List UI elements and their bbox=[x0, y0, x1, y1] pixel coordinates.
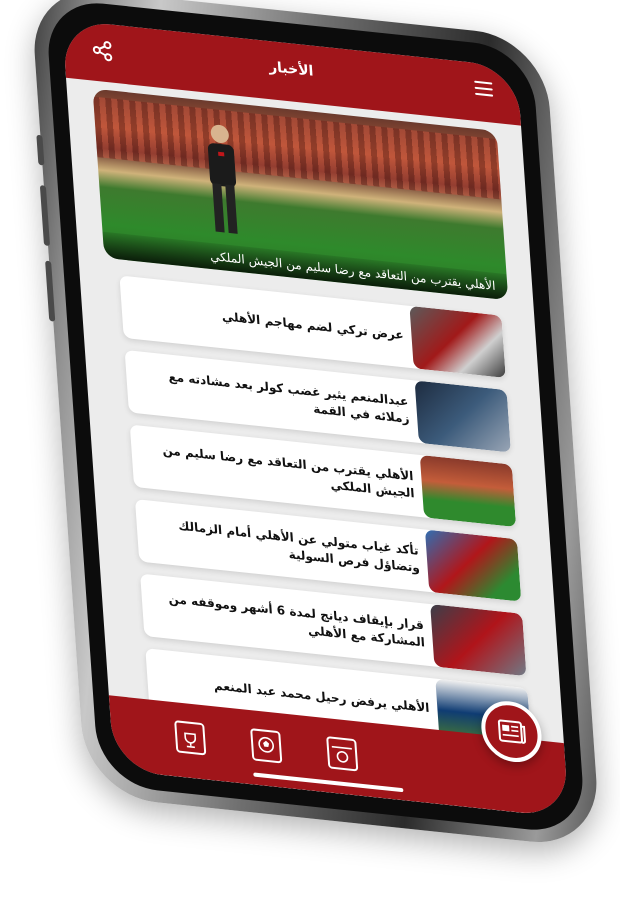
featured-news-card[interactable]: الأهلي يقترب من التعاقد مع رضا سليم من ا… bbox=[92, 88, 509, 301]
news-fab-button[interactable] bbox=[479, 698, 544, 765]
news-thumbnail bbox=[409, 305, 506, 378]
news-title: عبدالمنعم يثير غضب كولر بعد مشادته مع زم… bbox=[167, 369, 410, 426]
news-thumbnail bbox=[414, 380, 511, 453]
hamburger-menu-icon bbox=[474, 80, 494, 97]
news-title: عرض تركي لضم مهاجم الأهلي bbox=[221, 309, 405, 343]
match-calendar-icon bbox=[331, 745, 352, 763]
nav-tab-schedule[interactable] bbox=[326, 736, 359, 772]
hero-image-coach bbox=[207, 124, 238, 234]
nav-tab-matches[interactable] bbox=[250, 728, 283, 764]
news-thumbnail bbox=[424, 529, 522, 602]
volume-up-button bbox=[39, 185, 51, 247]
football-screen-icon bbox=[258, 736, 274, 753]
volume-down-button bbox=[45, 260, 56, 322]
news-title: الأهلي يقترب من التعاقد مع رضا سليم من ا… bbox=[161, 442, 415, 501]
news-title: قرار بإيقاف ديانج لمدة 6 أشهر وموقفه من … bbox=[167, 591, 426, 650]
calendar-trophy-icon bbox=[184, 732, 197, 749]
newspaper-icon bbox=[497, 719, 527, 744]
news-title: تأكد غياب متولي عن الأهلي أمام الزمالك و… bbox=[177, 518, 421, 576]
menu-button[interactable] bbox=[474, 80, 494, 99]
app-screen: الأخبار الأهلي يقترب من التعاقد مع رضا س… bbox=[61, 19, 570, 818]
news-thumbnail bbox=[430, 604, 527, 677]
nav-tab-tournaments[interactable] bbox=[174, 720, 207, 756]
phone-device: الأخبار الأهلي يقترب من التعاقد مع رضا س… bbox=[29, 0, 602, 850]
news-thumbnail bbox=[419, 454, 517, 528]
mute-switch bbox=[36, 134, 45, 166]
